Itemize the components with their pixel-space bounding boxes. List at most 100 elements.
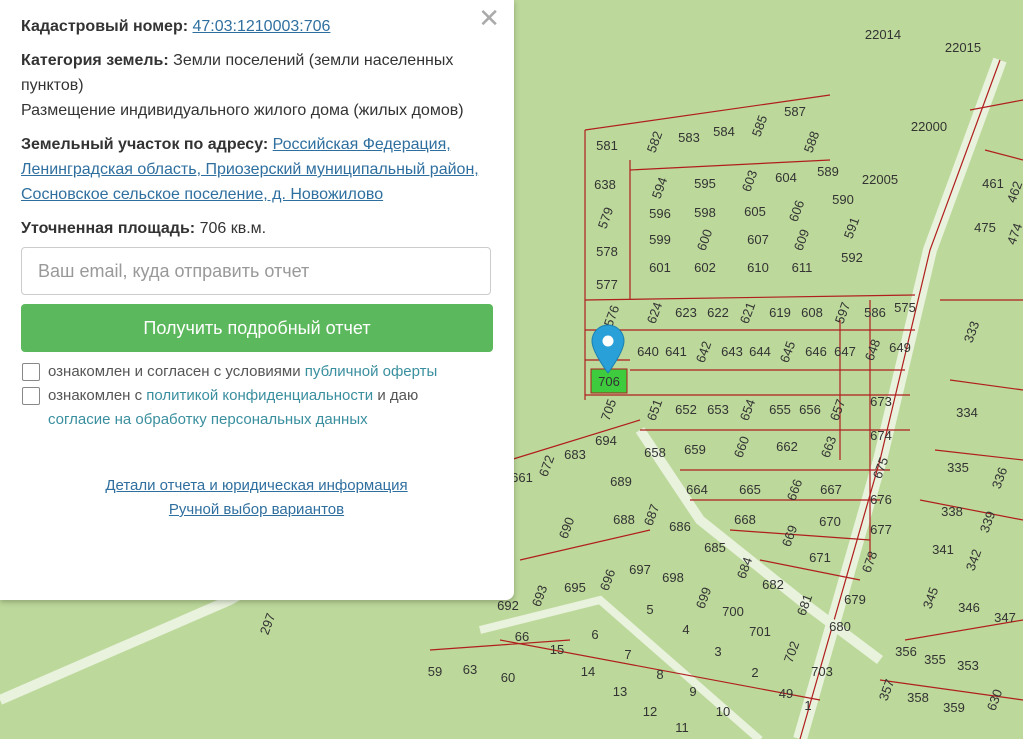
plot-label-680[interactable]: 680 [829, 619, 851, 634]
plot-label-664[interactable]: 664 [686, 482, 708, 497]
plot-label-475[interactable]: 475 [974, 220, 996, 235]
plot-label-3[interactable]: 3 [714, 644, 721, 659]
plot-label-587[interactable]: 587 [784, 104, 806, 119]
plot-label-671[interactable]: 671 [809, 550, 831, 565]
plot-label-682[interactable]: 682 [762, 577, 784, 592]
plot-label-63[interactable]: 63 [463, 662, 477, 677]
plot-label-60[interactable]: 60 [501, 670, 515, 685]
plot-label-346[interactable]: 346 [958, 600, 980, 615]
plot-label-22005[interactable]: 22005 [862, 172, 898, 187]
plot-label-15[interactable]: 15 [550, 642, 564, 657]
cadastral-link[interactable]: 47:03:1210003:706 [193, 18, 331, 35]
plot-label-334[interactable]: 334 [956, 405, 978, 420]
report-details-link[interactable]: Детали отчета и юридическая информация [105, 477, 407, 494]
privacy-link[interactable]: политикой конфиденциальности [146, 387, 373, 404]
close-icon[interactable]: ✕ [478, 5, 500, 31]
plot-label-611[interactable]: 611 [792, 260, 813, 275]
plot-label-583[interactable]: 583 [678, 130, 700, 145]
plot-label-610[interactable]: 610 [747, 260, 769, 275]
plot-label-652[interactable]: 652 [675, 402, 697, 417]
plot-label-638[interactable]: 638 [594, 177, 616, 192]
plot-label-676[interactable]: 676 [870, 492, 892, 507]
plot-label-703[interactable]: 703 [811, 664, 833, 679]
plot-label-656[interactable]: 656 [799, 402, 821, 417]
plot-label-677[interactable]: 677 [870, 522, 892, 537]
location-pin-icon[interactable] [589, 324, 627, 374]
plot-label-694[interactable]: 694 [595, 433, 617, 448]
plot-label-655[interactable]: 655 [769, 402, 791, 417]
plot-label-602[interactable]: 602 [694, 260, 716, 275]
plot-label-355[interactable]: 355 [924, 652, 946, 667]
plot-label-686[interactable]: 686 [669, 519, 691, 534]
plot-label-623[interactable]: 623 [675, 305, 697, 320]
plot-label-4[interactable]: 4 [682, 622, 689, 637]
plot-label-7[interactable]: 7 [624, 647, 631, 662]
plot-label-601[interactable]: 601 [649, 260, 671, 275]
plot-label-683[interactable]: 683 [564, 447, 586, 462]
plot-label-12[interactable]: 12 [643, 704, 657, 719]
plot-label-22014[interactable]: 22014 [865, 27, 901, 42]
plot-label-698[interactable]: 698 [662, 570, 684, 585]
plot-label-685[interactable]: 685 [704, 540, 726, 555]
plot-label-640[interactable]: 640 [637, 344, 659, 359]
plot-label-688[interactable]: 688 [613, 512, 635, 527]
plot-label-578[interactable]: 578 [596, 244, 618, 259]
plot-label-590[interactable]: 590 [832, 192, 854, 207]
plot-label-356[interactable]: 356 [895, 644, 917, 659]
email-input[interactable] [21, 247, 491, 295]
plot-label-643[interactable]: 643 [721, 344, 743, 359]
plot-label-49[interactable]: 49 [779, 686, 793, 701]
plot-label-674[interactable]: 674 [870, 428, 892, 443]
plot-label-359[interactable]: 359 [943, 700, 965, 715]
plot-label-662[interactable]: 662 [776, 439, 798, 454]
plot-label-59[interactable]: 59 [428, 664, 442, 679]
manual-choice-link[interactable]: Ручной выбор вариантов [169, 501, 344, 518]
plot-label-644[interactable]: 644 [749, 344, 771, 359]
offer-checkbox[interactable] [22, 363, 40, 381]
plot-label-646[interactable]: 646 [805, 344, 827, 359]
plot-label-2[interactable]: 2 [751, 665, 758, 680]
plot-label-692[interactable]: 692 [497, 598, 519, 613]
plot-label-700[interactable]: 700 [722, 604, 744, 619]
plot-label-6[interactable]: 6 [591, 627, 598, 642]
plot-label-347[interactable]: 347 [994, 610, 1016, 625]
plot-label-1[interactable]: 1 [804, 698, 811, 713]
plot-label-649[interactable]: 649 [889, 340, 911, 355]
plot-label-679[interactable]: 679 [844, 592, 866, 607]
plot-label-647[interactable]: 647 [834, 344, 856, 359]
plot-label-667[interactable]: 667 [820, 482, 842, 497]
plot-label-353[interactable]: 353 [957, 658, 979, 673]
plot-label-668[interactable]: 668 [734, 512, 756, 527]
plot-label-658[interactable]: 658 [644, 445, 666, 460]
plot-label-589[interactable]: 589 [817, 164, 839, 179]
plot-label-338[interactable]: 338 [941, 504, 963, 519]
plot-label-9[interactable]: 9 [689, 684, 696, 699]
plot-label-598[interactable]: 598 [694, 205, 716, 220]
plot-label-577[interactable]: 577 [596, 277, 618, 292]
plot-label-701[interactable]: 701 [749, 624, 771, 639]
plot-label-22000[interactable]: 22000 [911, 119, 947, 134]
plot-label-608[interactable]: 608 [801, 305, 823, 320]
offer-link[interactable]: публичной оферты [305, 363, 438, 380]
plot-label-595[interactable]: 595 [694, 176, 716, 191]
plot-label-599[interactable]: 599 [649, 232, 671, 247]
plot-label-335[interactable]: 335 [947, 460, 969, 475]
plot-label-607[interactable]: 607 [747, 232, 769, 247]
plot-label-619[interactable]: 619 [769, 305, 791, 320]
plot-label-653[interactable]: 653 [707, 402, 729, 417]
plot-label-461[interactable]: 461 [982, 176, 1004, 191]
plot-label-586[interactable]: 586 [864, 305, 886, 320]
get-report-button[interactable]: Получить подробный отчет [21, 304, 493, 352]
plot-label-695[interactable]: 695 [564, 580, 586, 595]
plot-label-665[interactable]: 665 [739, 482, 761, 497]
plot-label-341[interactable]: 341 [932, 542, 954, 557]
plot-label-697[interactable]: 697 [629, 562, 651, 577]
plot-label-66[interactable]: 66 [515, 629, 529, 644]
plot-label-10[interactable]: 10 [716, 704, 730, 719]
personal-data-link[interactable]: согласие на обработку персональных данны… [48, 411, 368, 428]
plot-label-605[interactable]: 605 [744, 204, 766, 219]
plot-label-11[interactable]: 11 [675, 720, 689, 735]
plot-label-706[interactable]: 706 [598, 374, 620, 389]
plot-label-689[interactable]: 689 [610, 474, 632, 489]
plot-label-8[interactable]: 8 [656, 667, 663, 682]
